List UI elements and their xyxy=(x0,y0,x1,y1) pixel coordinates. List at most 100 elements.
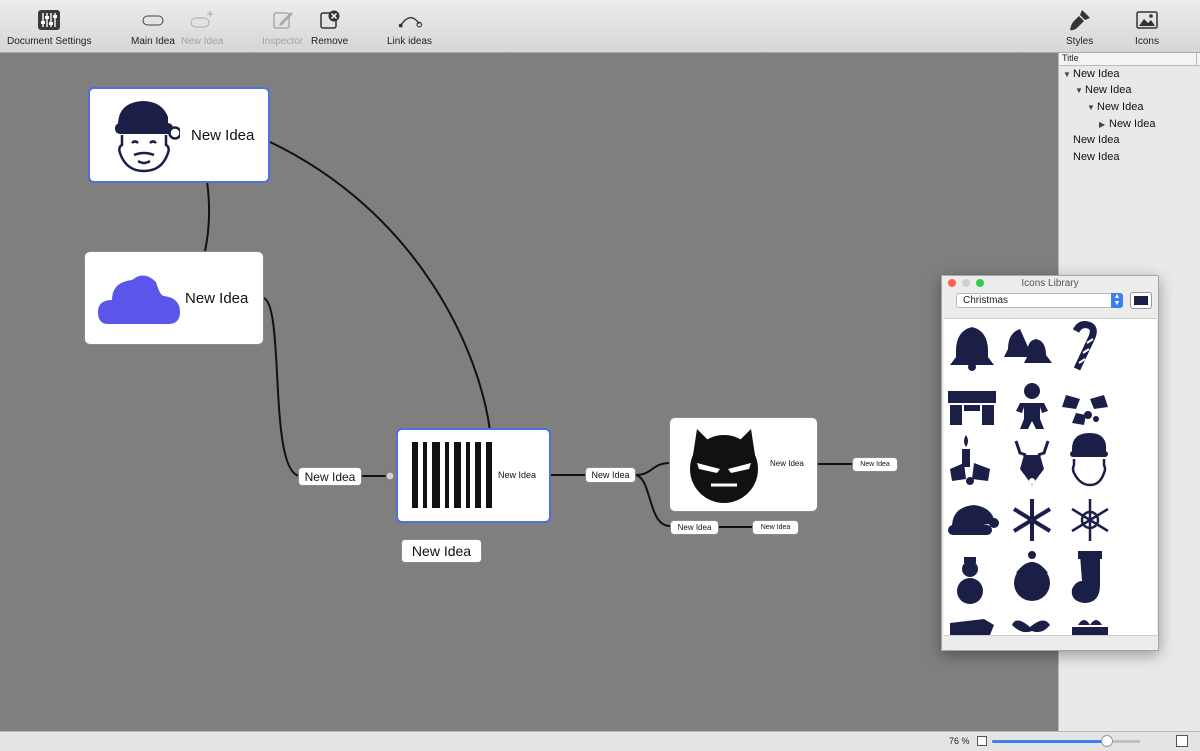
category-select[interactable]: Christmas ▲ ▼ xyxy=(956,293,1123,308)
connector-cloud-pill xyxy=(263,297,301,477)
snowman-face-icon xyxy=(1014,551,1050,601)
zoom-window-icon[interactable] xyxy=(976,279,984,287)
outline-row-label: New Idea xyxy=(1085,84,1132,96)
icons-label: Icons xyxy=(1135,36,1159,47)
stocking-icon xyxy=(1071,551,1102,603)
connector-mid-bottom xyxy=(635,474,671,527)
close-icon[interactable] xyxy=(948,279,956,287)
zoom-level: 76 % xyxy=(949,736,970,746)
connector-handle xyxy=(385,471,395,481)
inspector-button[interactable]: Inspector xyxy=(262,8,303,47)
connector-mid-batman xyxy=(635,462,671,476)
icon-color-swatch[interactable] xyxy=(1130,292,1152,309)
candy-cane-icon xyxy=(1072,321,1097,371)
zoom-slider-knob[interactable] xyxy=(1101,735,1114,747)
outline-row-label: New Idea xyxy=(1073,151,1120,163)
icons-library-title: Icons Library xyxy=(1021,278,1079,289)
outline-row[interactable]: New Idea xyxy=(1073,151,1119,163)
link-ideas-label: Link ideas xyxy=(387,36,433,47)
idea-pill-below-barcode[interactable]: New Idea xyxy=(401,539,482,563)
idea-node-batman-label: New Idea xyxy=(770,459,804,468)
new-idea-label: New Idea xyxy=(181,36,224,47)
styles-label: Styles xyxy=(1066,36,1094,47)
disclosure-open-icon[interactable]: ▼ xyxy=(1063,70,1073,79)
idea-pill-left[interactable]: New Idea xyxy=(298,467,362,486)
cloud-icon xyxy=(98,270,182,331)
main-idea-button[interactable]: Main Idea xyxy=(131,8,175,47)
idea-node-batman[interactable]: New Idea xyxy=(669,417,818,512)
gift-icon xyxy=(1072,620,1108,635)
sliders-icon xyxy=(36,8,62,32)
toolbar: Document Settings Main Idea New Idea Ins… xyxy=(0,0,1200,53)
link-ideas-button[interactable]: Link ideas xyxy=(387,8,432,47)
status-bar: 76 % xyxy=(0,731,1200,751)
minimize-icon[interactable] xyxy=(962,279,970,287)
santa-icon xyxy=(1070,433,1108,487)
idea-node-barcode[interactable]: New Idea xyxy=(396,428,551,523)
connector-santa-barcode xyxy=(267,140,491,432)
idea-node-barcode-label: New Idea xyxy=(498,470,537,480)
holly-icon xyxy=(1062,395,1108,425)
idea-node-cloud[interactable]: New Idea xyxy=(84,251,264,345)
zoom-slider-fill xyxy=(992,740,1108,743)
bow-icon xyxy=(1012,620,1050,633)
zoom-slider[interactable] xyxy=(992,735,1140,747)
icons-library-titlebar[interactable]: Icons Library xyxy=(942,276,1158,291)
outline-row-label: New Idea xyxy=(1109,118,1156,130)
zoom-out-icon[interactable] xyxy=(977,736,987,746)
main-idea-label: Main Idea xyxy=(131,36,175,47)
outline-row[interactable]: New Idea xyxy=(1073,134,1119,146)
new-idea-button[interactable]: New Idea xyxy=(181,8,223,47)
zoom-in-icon[interactable] xyxy=(1176,735,1188,747)
disclosure-closed-icon[interactable]: ▶ xyxy=(1099,120,1109,129)
outline-row[interactable]: ▼ New Idea xyxy=(1063,68,1119,80)
main-idea-icon xyxy=(140,8,166,32)
new-idea-icon xyxy=(189,8,215,32)
gingerbread-man-icon xyxy=(1016,383,1048,429)
mind-map-canvas[interactable]: New Idea New Idea New Idea New Idea New … xyxy=(0,53,1057,731)
reindeer-icon xyxy=(1014,440,1050,485)
santa-hat-icon xyxy=(948,505,999,535)
outline-row[interactable]: ▶ New Idea xyxy=(1099,118,1155,130)
disclosure-open-icon[interactable]: ▼ xyxy=(1075,86,1085,95)
remove-icon xyxy=(317,8,343,32)
santa-icon xyxy=(108,95,182,182)
icons-grid-art xyxy=(948,321,1109,635)
candle-holly-icon xyxy=(950,435,990,485)
styles-button[interactable]: Styles xyxy=(1066,8,1093,47)
idea-pill-bottom-b[interactable]: New Idea xyxy=(752,520,799,535)
link-curve-icon xyxy=(397,8,423,32)
idea-pill-bottom-a[interactable]: New Idea xyxy=(670,520,719,535)
batman-icon xyxy=(687,425,761,508)
outline-row-label: New Idea xyxy=(1097,101,1144,113)
remove-label: Remove xyxy=(311,36,349,47)
inspector-label: Inspector xyxy=(262,36,304,47)
paintbrush-icon xyxy=(1067,8,1093,32)
icons-grid xyxy=(944,318,1157,636)
idea-node-santa[interactable]: New Idea xyxy=(88,87,270,183)
chevron-updown-icon: ▲ ▼ xyxy=(1111,293,1123,308)
outline-row-label: New Idea xyxy=(1073,68,1120,80)
document-settings-button[interactable]: Document Settings xyxy=(7,8,92,47)
icons-button[interactable]: Icons xyxy=(1134,8,1160,47)
snowflake-outline-icon xyxy=(1071,499,1109,541)
sleigh-icon xyxy=(950,619,994,635)
bells-icon xyxy=(1004,329,1052,363)
idea-pill-mid[interactable]: New Idea xyxy=(585,467,636,483)
remove-button[interactable]: Remove xyxy=(311,8,348,47)
category-select-value: Christmas xyxy=(963,295,1009,306)
outline-row[interactable]: ▼ New Idea xyxy=(1087,101,1143,113)
connector-santa-cloud xyxy=(204,180,211,252)
outline-column-title: Title xyxy=(1062,53,1079,63)
idea-node-cloud-label: New Idea xyxy=(185,290,249,307)
disclosure-open-icon[interactable]: ▼ xyxy=(1087,103,1097,112)
snowflake-icon xyxy=(1012,499,1052,541)
outline-column-header[interactable]: Title xyxy=(1059,53,1200,66)
bell-icon xyxy=(950,323,994,371)
outline-row[interactable]: ▼ New Idea xyxy=(1075,84,1131,96)
icons-library-window: Icons Library Christmas ▲ ▼ xyxy=(941,275,1159,651)
barcode-icon xyxy=(412,442,496,513)
idea-pill-right[interactable]: New Idea xyxy=(852,457,898,472)
document-settings-label: Document Settings xyxy=(7,36,92,47)
idea-node-santa-label: New Idea xyxy=(191,127,255,144)
